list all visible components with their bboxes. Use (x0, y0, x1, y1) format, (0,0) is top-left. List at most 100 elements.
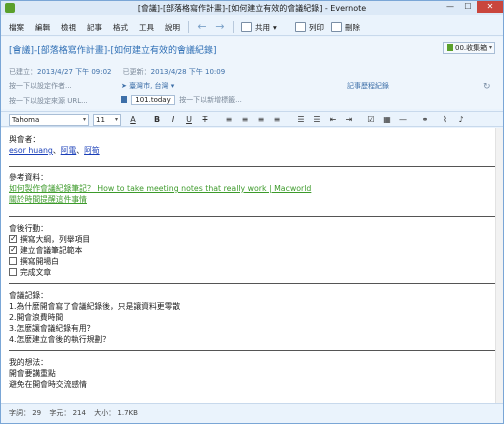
share-button[interactable]: 共用 ▾ (241, 20, 277, 34)
back-arrow-icon[interactable]: ← (195, 20, 209, 34)
updated-label: 已更新： (122, 68, 151, 76)
evernote-window: [會議]-[部落格寫作計畫]-[如何建立有效的會議紀錄] - Evernote … (0, 0, 504, 424)
divider (9, 166, 495, 167)
bold-icon[interactable]: B (151, 114, 163, 126)
align-left-icon[interactable]: ≡ (223, 114, 235, 126)
author-field[interactable]: 按一下以設定作者... (9, 82, 72, 90)
menu-help[interactable]: 說明 (165, 22, 180, 33)
toolbar-divider (188, 21, 189, 33)
menu-format[interactable]: 格式 (113, 22, 128, 33)
updated-value: 2013/4/28 下午 10:09 (150, 68, 226, 76)
horizontal-rule-icon[interactable]: — (397, 114, 409, 126)
attachment-icon[interactable]: ⌇ (439, 114, 451, 126)
actions-section: 會後行動： 撰寫大綱，列舉項目 建立會議筆記範本 撰寫開場白 完成文章 (9, 223, 90, 278)
italic-icon[interactable]: I (167, 114, 179, 126)
notebook-icon (447, 44, 453, 51)
chevron-down-icon: ▾ (82, 116, 86, 123)
notebook-name: 00.收集箱 (455, 44, 488, 52)
record-item: 1.為什麼開會寫了會議紀錄後，只是讓資料更零散 (9, 302, 181, 311)
toolbar-divider (233, 21, 234, 33)
attendee-link[interactable]: esor huang (9, 146, 53, 155)
action-item: 完成文章 (9, 267, 90, 278)
chevron-down-icon: ▾ (168, 82, 175, 90)
vertical-scrollbar[interactable] (495, 128, 503, 403)
close-button[interactable]: ✕ (477, 1, 503, 13)
font-size-select[interactable]: 11 ▾ (93, 114, 121, 126)
checkbox-icon[interactable]: ☑ (365, 114, 377, 126)
records-heading: 會議記錄： (9, 291, 48, 300)
note-dates: 已建立：2013/4/27 下午 09:02 已更新：2013/4/28 下午 … (9, 67, 225, 77)
print-button[interactable]: 列印 (295, 20, 324, 34)
action-item: 撰寫開場白 (9, 256, 90, 267)
checkbox-checked[interactable] (9, 233, 17, 244)
location-pin-icon: ➤ (121, 82, 130, 90)
status-bar: 字詞： 29 字元： 214 大小： 1.7KB (1, 403, 503, 423)
justify-icon[interactable]: ≡ (271, 114, 283, 126)
thoughts-section: 我的想法： 開會要講重點 避免在開會時交流感情 (9, 357, 87, 390)
minimize-button[interactable]: — (441, 1, 459, 13)
link-icon[interactable]: ⚭ (419, 114, 431, 126)
font-family-select[interactable]: Tahoma ▾ (9, 114, 89, 126)
menu-edit[interactable]: 編輯 (35, 22, 50, 33)
tag-input[interactable]: 按一下以新增標籤... (179, 96, 242, 104)
action-item: 建立會議筆記範本 (9, 244, 90, 256)
attendee-link[interactable]: 阿電 (61, 146, 77, 155)
references-heading: 參考資料： (9, 173, 48, 182)
font-color-icon[interactable]: A (127, 114, 139, 126)
print-label: 列印 (309, 22, 324, 32)
font-size-value: 11 (96, 116, 105, 124)
reference-link[interactable]: 關於時間提醒這件事情 (9, 194, 311, 205)
outdent-icon[interactable]: ⇤ (327, 114, 339, 126)
action-label: 完成文章 (20, 268, 52, 277)
table-icon[interactable]: ▦ (381, 114, 393, 126)
menu-file[interactable]: 檔案 (9, 22, 24, 33)
note-history-link[interactable]: 記事歷程紀錄 (347, 82, 389, 90)
source-url-field[interactable]: 按一下以設定來源 URL... (9, 97, 88, 105)
divider (9, 350, 495, 351)
note-body[interactable]: 與會者： esor huang、阿電、阿筍 參考資料： 如何製作會議紀錄筆記？ … (1, 128, 503, 403)
divider (9, 283, 495, 284)
align-center-icon[interactable]: ≡ (239, 114, 251, 126)
char-count: 字元： 214 (49, 409, 86, 417)
checkbox-unchecked[interactable] (9, 257, 17, 265)
indent-icon[interactable]: ⇥ (343, 114, 355, 126)
attendees-heading: 與會者： (9, 135, 41, 144)
share-label: 共用 (255, 22, 270, 32)
envelope-icon (241, 22, 252, 32)
thoughts-heading: 我的想法： (9, 358, 48, 367)
checkbox-checked[interactable] (9, 244, 17, 255)
align-right-icon[interactable]: ≡ (255, 114, 267, 126)
underline-icon[interactable]: U (183, 114, 195, 126)
strikethrough-icon[interactable]: T (199, 114, 211, 126)
note-title[interactable]: [會議]-[部落格寫作計畫]-[如何建立有效的會議紀錄] (9, 43, 217, 56)
font-family-value: Tahoma (12, 116, 40, 124)
word-count: 字詞： 29 (9, 409, 42, 417)
tag-chip[interactable]: 101.today (131, 95, 175, 105)
location-row: ➤ 臺灣市, 台灣 ▾ (121, 81, 174, 91)
menu-view[interactable]: 檢視 (61, 22, 76, 33)
delete-button[interactable]: 刪除 (331, 20, 360, 34)
refresh-icon[interactable]: ↻ (483, 82, 493, 92)
author-row: 按一下以設定作者... (9, 81, 72, 91)
notebook-selector[interactable]: 00.收集箱 ▾ (443, 42, 495, 54)
thought-item: 避免在開會時交流感情 (9, 380, 87, 389)
url-row: 按一下以設定來源 URL... (9, 96, 88, 106)
reference-link[interactable]: 如何製作會議紀錄筆記？ How to take meeting notes th… (9, 183, 311, 194)
numbered-list-icon[interactable]: ☰ (311, 114, 323, 126)
format-toolbar: Tahoma ▾ 11 ▾ A B I U T ≡ ≡ ≡ ≡ ☰ ☰ ⇤ ⇥ … (1, 111, 503, 127)
chevron-down-icon: ▾ (273, 22, 277, 32)
record-item: 3.怎麼讓會議紀錄有用？ (9, 324, 95, 333)
divider (9, 216, 495, 217)
maximize-button[interactable]: ☐ (459, 1, 477, 13)
bullet-list-icon[interactable]: ☰ (295, 114, 307, 126)
attendee-link[interactable]: 阿筍 (84, 146, 100, 155)
location-value[interactable]: 臺灣市, 台灣 (129, 82, 168, 90)
checkbox-unchecked[interactable] (9, 268, 17, 276)
microphone-icon[interactable]: ♪ (455, 114, 467, 126)
menu-note[interactable]: 記事 (87, 22, 102, 33)
trash-icon (331, 22, 342, 32)
records-section: 會議記錄： 1.為什麼開會寫了會議紀錄後，只是讓資料更零散 2.開會浪費時間 3… (9, 290, 180, 345)
menu-tools[interactable]: 工具 (139, 22, 154, 33)
forward-arrow-icon[interactable]: → (213, 20, 227, 34)
action-label: 撰寫開場白 (20, 257, 59, 266)
